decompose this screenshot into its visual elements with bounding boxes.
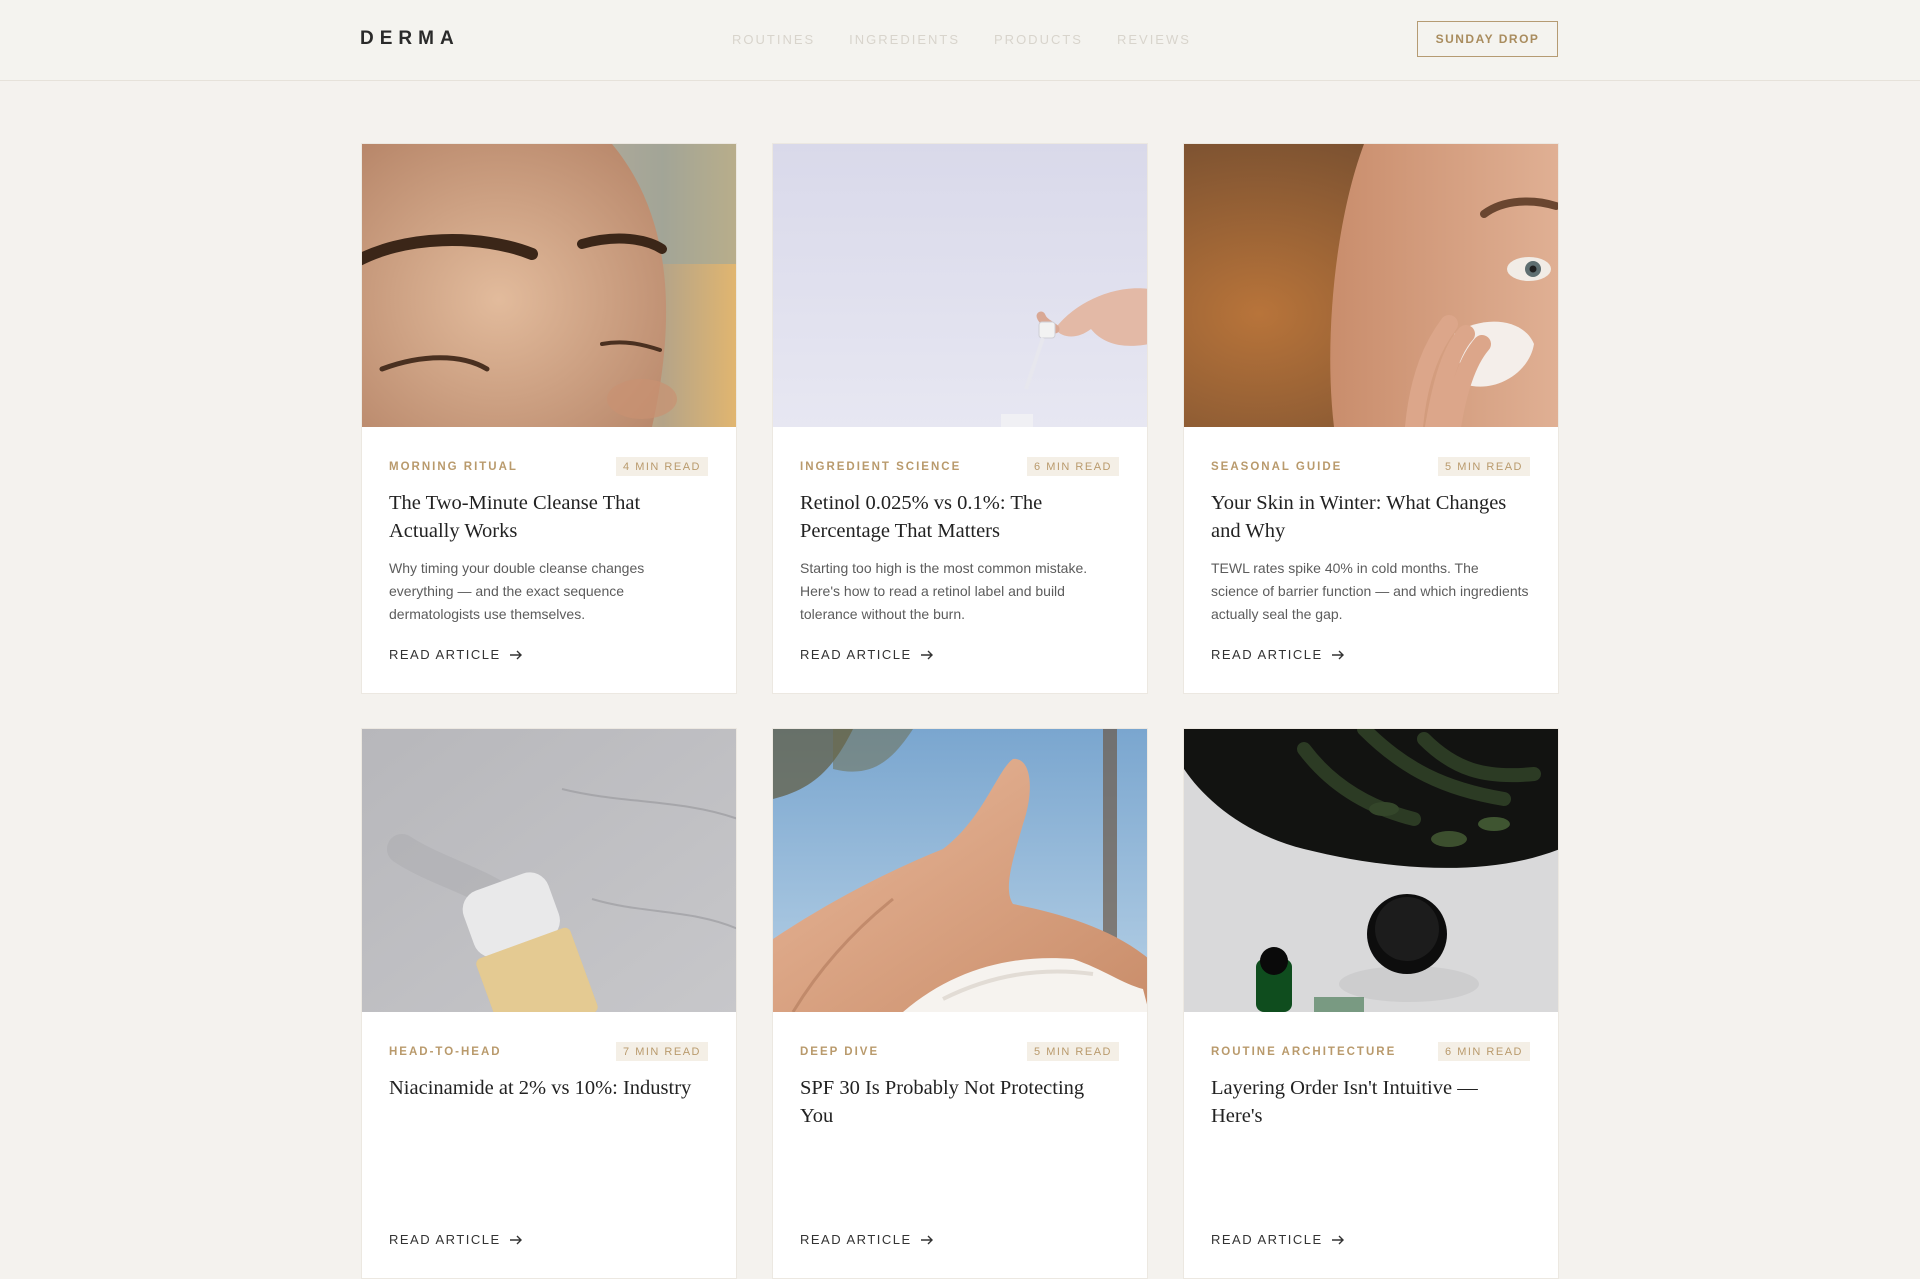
read-article-label: READ ARTICLE (389, 1232, 501, 1247)
arrow-right-icon (509, 1235, 522, 1244)
article-excerpt (389, 1142, 708, 1211)
article-image[interactable] (773, 729, 1147, 1012)
article-excerpt (800, 1142, 1119, 1211)
article-excerpt: Starting too high is the most common mis… (800, 560, 1088, 622)
article-image[interactable] (773, 144, 1147, 427)
article-card[interactable]: DEEP DIVE 5 MIN READ SPF 30 Is Probably … (772, 728, 1148, 1279)
article-category: MORNING RITUAL (389, 460, 518, 473)
read-article-label: READ ARTICLE (800, 647, 912, 662)
site-logo[interactable]: DERMA (360, 28, 460, 50)
article-image[interactable] (1184, 729, 1558, 1012)
article-category: SEASONAL GUIDE (1211, 460, 1343, 473)
arrow-right-icon (1331, 1235, 1344, 1244)
article-category: HEAD-TO-HEAD (389, 1045, 502, 1058)
read-time-badge: 4 MIN READ (616, 457, 708, 476)
nav-link-reviews[interactable]: REVIEWS (1117, 32, 1191, 47)
article-card[interactable]: SEASONAL GUIDE 5 MIN READ Your Skin in W… (1183, 143, 1559, 694)
article-title[interactable]: SPF 30 Is Probably Not Protecting You (800, 1074, 1119, 1130)
arrow-right-icon (920, 650, 933, 659)
article-card[interactable]: MORNING RITUAL 4 MIN READ The Two-Minute… (361, 143, 737, 694)
read-article-label: READ ARTICLE (1211, 1232, 1323, 1247)
article-image[interactable] (362, 144, 736, 427)
article-card[interactable]: INGREDIENT SCIENCE 6 MIN READ Retinol 0.… (772, 143, 1148, 694)
article-image[interactable] (1184, 144, 1558, 427)
article-card[interactable]: HEAD-TO-HEAD 7 MIN READ Niacinamide at 2… (361, 728, 737, 1279)
read-time-badge: 6 MIN READ (1438, 1042, 1530, 1061)
nav-link-routines[interactable]: ROUTINES (732, 32, 815, 47)
read-time-badge: 5 MIN READ (1027, 1042, 1119, 1061)
article-image[interactable] (362, 729, 736, 1012)
article-category: DEEP DIVE (800, 1045, 880, 1058)
read-time-badge: 7 MIN READ (616, 1042, 708, 1061)
nav-link-products[interactable]: PRODUCTS (994, 32, 1083, 47)
read-article-link[interactable]: READ ARTICLE (1211, 647, 1530, 662)
article-excerpt: Why timing your double cleanse changes e… (389, 560, 645, 622)
arrow-right-icon (920, 1235, 933, 1244)
read-article-label: READ ARTICLE (800, 1232, 912, 1247)
article-title[interactable]: Layering Order Isn't Intuitive — Here's (1211, 1074, 1530, 1130)
main-nav: ROUTINES INGREDIENTS PRODUCTS REVIEWS (732, 32, 1191, 47)
read-article-label: READ ARTICLE (1211, 647, 1323, 662)
sunday-drop-button[interactable]: SUNDAY DROP (1417, 21, 1558, 57)
read-time-badge: 6 MIN READ (1027, 457, 1119, 476)
read-article-link[interactable]: READ ARTICLE (800, 1232, 1119, 1247)
article-excerpt (1211, 1142, 1530, 1211)
read-time-badge: 5 MIN READ (1438, 457, 1530, 476)
read-article-link[interactable]: READ ARTICLE (1211, 1232, 1530, 1247)
article-excerpt: TEWL rates spike 40% in cold months. The… (1211, 560, 1529, 622)
article-title[interactable]: Niacinamide at 2% vs 10%: Industry (389, 1074, 708, 1130)
site-header: DERMA ROUTINES INGREDIENTS PRODUCTS REVI… (0, 0, 1920, 81)
nav-link-ingredients[interactable]: INGREDIENTS (849, 32, 960, 47)
article-category: ROUTINE ARCHITECTURE (1211, 1045, 1397, 1058)
article-title[interactable]: The Two-Minute Cleanse That Actually Wor… (389, 489, 708, 545)
article-category: INGREDIENT SCIENCE (800, 460, 962, 473)
article-title[interactable]: Retinol 0.025% vs 0.1%: The Percentage T… (800, 489, 1119, 545)
article-grid: MORNING RITUAL 4 MIN READ The Two-Minute… (361, 143, 1559, 1279)
arrow-right-icon (509, 650, 522, 659)
article-card[interactable]: ROUTINE ARCHITECTURE 6 MIN READ Layering… (1183, 728, 1559, 1279)
read-article-link[interactable]: READ ARTICLE (800, 647, 1119, 662)
arrow-right-icon (1331, 650, 1344, 659)
read-article-label: READ ARTICLE (389, 647, 501, 662)
article-title[interactable]: Your Skin in Winter: What Changes and Wh… (1211, 489, 1530, 545)
read-article-link[interactable]: READ ARTICLE (389, 647, 708, 662)
read-article-link[interactable]: READ ARTICLE (389, 1232, 708, 1247)
